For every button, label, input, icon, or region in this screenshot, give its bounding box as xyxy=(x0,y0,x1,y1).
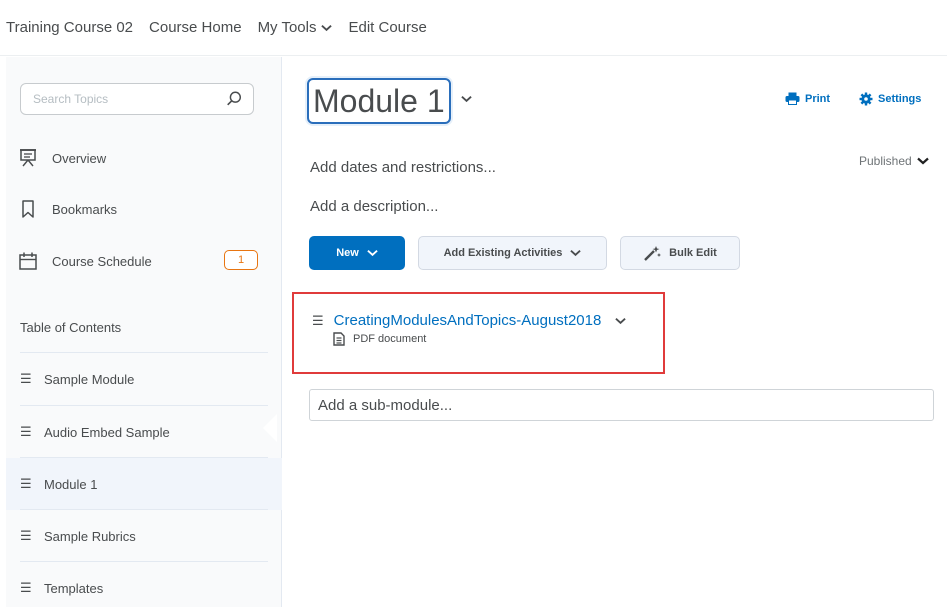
sidebar-item-bookmarks[interactable]: Bookmarks xyxy=(18,195,258,223)
sidebar-item-label: Overview xyxy=(52,150,107,166)
toc-item-sample-module[interactable]: ☰ Sample Module xyxy=(6,353,282,405)
chevron-down-icon xyxy=(916,157,929,165)
toc-item-module-1[interactable]: ☰ Module 1 xyxy=(6,458,282,510)
toc-item-audio-embed-sample[interactable]: ☰ Audio Embed Sample xyxy=(6,406,282,458)
new-button[interactable]: New xyxy=(309,236,405,270)
topic-type: PDF document xyxy=(333,332,426,346)
drag-handle-icon[interactable]: ☰ xyxy=(312,313,324,329)
new-button-label: New xyxy=(336,247,359,259)
sidebar-item-label: Course Schedule xyxy=(52,253,152,269)
bulk-edit-button[interactable]: Bulk Edit xyxy=(620,236,740,270)
drag-handle-icon: ☰ xyxy=(20,371,32,386)
toc-item-label: Module 1 xyxy=(44,476,98,492)
drag-handle-icon: ☰ xyxy=(20,528,32,543)
nav-edit-course[interactable]: Edit Course xyxy=(348,19,426,36)
nav-my-tools[interactable]: My Tools xyxy=(258,19,333,36)
nav-course-name[interactable]: Training Course 02 xyxy=(6,19,133,36)
toc-heading: Table of Contents xyxy=(20,320,122,335)
sidebar-item-overview[interactable]: Overview xyxy=(18,144,258,172)
bulk-edit-label: Bulk Edit xyxy=(669,247,717,259)
chevron-down-icon[interactable] xyxy=(615,317,627,325)
published-dropdown[interactable]: Published xyxy=(859,154,929,168)
drag-handle-icon: ☰ xyxy=(20,580,32,595)
dates-restrictions-field[interactable]: Add dates and restrictions... xyxy=(310,159,496,176)
toc-item-sample-rubrics[interactable]: ☰ Sample Rubrics xyxy=(6,510,282,562)
topic-title-link[interactable]: CreatingModulesAndTopics-August2018 xyxy=(334,312,602,329)
add-existing-activities-button[interactable]: Add Existing Activities xyxy=(418,236,607,270)
top-navigation: Training Course 02 Course Home My Tools … xyxy=(0,0,947,56)
print-label: Print xyxy=(805,92,831,105)
print-button[interactable]: Print xyxy=(785,92,830,105)
chevron-down-icon xyxy=(367,250,378,257)
chevron-down-icon[interactable] xyxy=(461,95,472,103)
calendar-icon xyxy=(18,251,38,271)
presentation-icon xyxy=(18,148,38,168)
search-box xyxy=(20,83,254,115)
bookmark-icon xyxy=(18,199,38,219)
gear-icon xyxy=(859,92,873,106)
topic-type-label: PDF document xyxy=(353,333,427,345)
document-icon xyxy=(333,332,345,346)
settings-button[interactable]: Settings xyxy=(859,92,921,106)
toc-item-label: Sample Rubrics xyxy=(44,528,136,544)
drag-handle-icon: ☰ xyxy=(20,476,32,491)
sidebar-item-course-schedule[interactable]: Course Schedule 1 xyxy=(18,247,258,275)
chevron-down-icon xyxy=(321,24,333,31)
search-topics-input[interactable] xyxy=(33,92,213,106)
nav-course-home[interactable]: Course Home xyxy=(149,19,242,36)
toc-item-templates[interactable]: ☰ Templates xyxy=(6,562,282,607)
notification-badge: 1 xyxy=(224,250,258,270)
nav-my-tools-label: My Tools xyxy=(257,19,317,36)
active-item-pointer xyxy=(263,414,277,442)
settings-label: Settings xyxy=(878,93,922,105)
search-icon[interactable] xyxy=(225,90,243,108)
printer-icon xyxy=(785,92,800,105)
chevron-down-icon xyxy=(570,250,582,257)
toc-item-label: Audio Embed Sample xyxy=(44,424,170,440)
toc-item-label: Sample Module xyxy=(44,371,135,387)
description-field[interactable]: Add a description... xyxy=(310,198,438,215)
toc-item-label: Templates xyxy=(44,580,104,596)
magic-wand-icon xyxy=(644,246,662,261)
published-label: Published xyxy=(859,154,912,168)
topic-item: ☰ CreatingModulesAndTopics-August2018 xyxy=(312,312,627,329)
drag-handle-icon: ☰ xyxy=(20,424,32,439)
sidebar-item-label: Bookmarks xyxy=(52,201,118,217)
sidebar: Overview Bookmarks Course Schedule 1 Tab… xyxy=(6,57,282,607)
module-title[interactable]: Module 1 xyxy=(307,78,451,124)
add-submodule-field[interactable]: Add a sub-module... xyxy=(309,389,934,421)
add-existing-label: Add Existing Activities xyxy=(443,247,563,259)
